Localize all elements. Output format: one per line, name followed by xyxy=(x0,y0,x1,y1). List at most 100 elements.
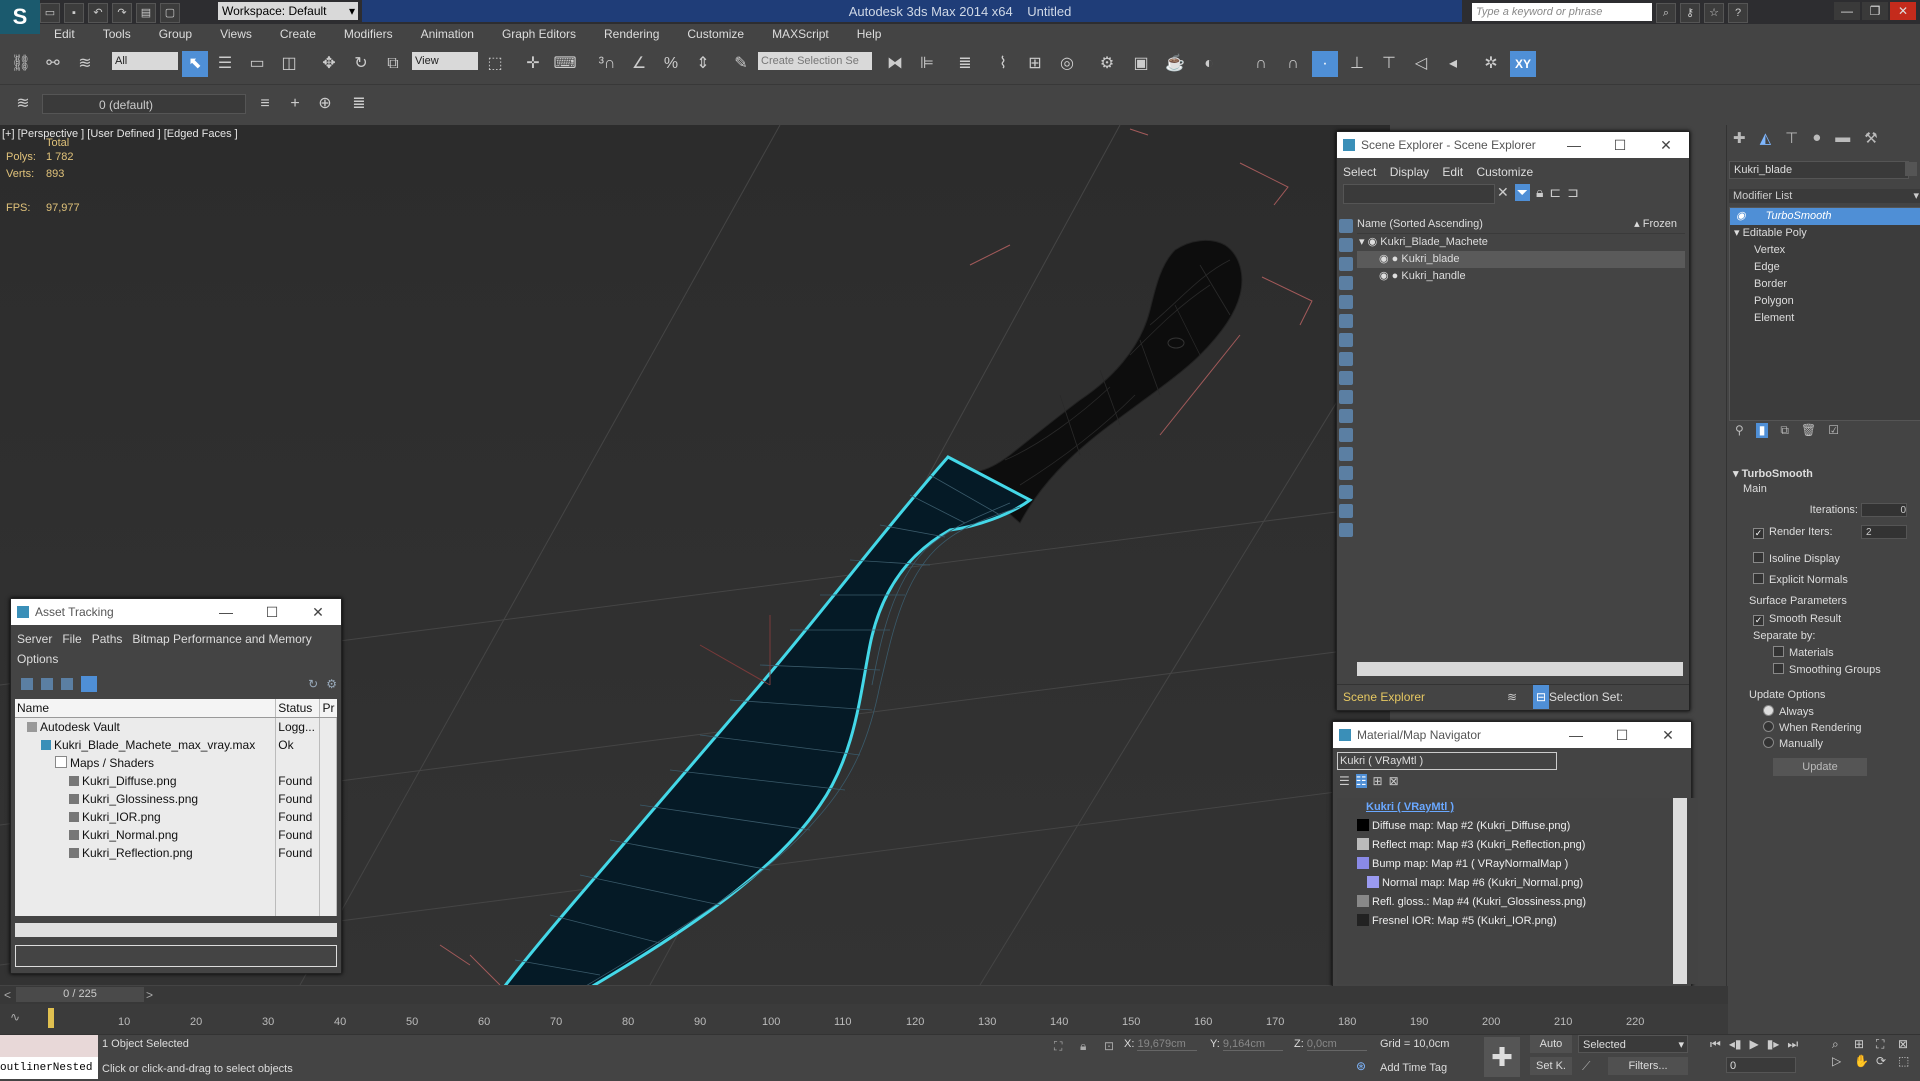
layer-manager-icon[interactable]: ≋ xyxy=(10,91,36,117)
bones-filter-icon[interactable] xyxy=(1339,371,1353,385)
filter-icon[interactable]: ⏷ xyxy=(1514,184,1530,201)
rotate-icon[interactable]: ↻ xyxy=(348,51,374,77)
se-menu-display[interactable]: Display xyxy=(1390,165,1429,179)
at-menu-file[interactable]: File xyxy=(62,632,81,646)
modifier-list-dropdown[interactable]: Modifier List ▾ xyxy=(1729,189,1920,203)
shapes-filter-icon[interactable] xyxy=(1339,238,1353,252)
layer-options-icon[interactable]: ≡ xyxy=(252,91,278,117)
menu-tools[interactable]: Tools xyxy=(89,24,145,44)
stack-item[interactable]: ▾ Editable Poly xyxy=(1730,225,1920,242)
maximize-viewport-icon[interactable]: ⬚ xyxy=(1898,1054,1918,1068)
at-menu-paths[interactable]: Paths xyxy=(92,632,123,646)
render-iterative-icon[interactable]: ◐ xyxy=(1196,51,1222,77)
close-icon[interactable]: ✕ xyxy=(1890,2,1916,20)
se-menu-select[interactable]: Select xyxy=(1343,165,1376,179)
eye-icon[interactable]: ◉ xyxy=(1379,270,1389,282)
tree-row[interactable]: ◉ ● Kukri_blade xyxy=(1357,251,1685,268)
current-material-field[interactable]: Kukri ( VRayMtl ) xyxy=(1337,752,1557,770)
manually-radio[interactable] xyxy=(1763,737,1774,748)
expand-icon[interactable]: ⊐ xyxy=(1567,184,1579,201)
iterations-spinner[interactable]: 0 xyxy=(1861,503,1907,518)
asset-tracking-titlebar[interactable]: Asset Tracking — ☐ ✕ xyxy=(11,599,341,625)
search-input[interactable]: Type a keyword or phrase xyxy=(1472,3,1652,21)
keyboard-shortcut-icon[interactable]: ⌨ xyxy=(552,51,578,77)
go-to-start-icon[interactable]: ⏮ xyxy=(1710,1037,1721,1052)
se-find-field[interactable] xyxy=(1343,184,1495,204)
small-icons-view-icon[interactable]: ⊞ xyxy=(1373,774,1383,788)
current-frame-field[interactable]: 0 xyxy=(1726,1057,1796,1073)
mn-vertical-scrollbar[interactable] xyxy=(1673,798,1687,984)
menu-rendering[interactable]: Rendering xyxy=(590,24,673,44)
se-col-frozen[interactable]: ▴ Frozen xyxy=(1634,216,1677,233)
tree-row[interactable]: ▾ ◉ Kukri_Blade_Machete xyxy=(1357,234,1685,251)
add-to-layer-icon[interactable]: ⊕ xyxy=(312,91,338,117)
cameras-filter-icon[interactable] xyxy=(1339,276,1353,290)
y-field[interactable]: 9,164cm xyxy=(1222,1038,1283,1051)
key-mode-dropdown[interactable]: Selected ▾ xyxy=(1578,1035,1688,1053)
key-filters-icon[interactable]: ⟋ xyxy=(1582,1059,1590,1074)
auto-key-button[interactable]: Auto xyxy=(1530,1035,1572,1053)
minimize-icon[interactable]: — xyxy=(1834,2,1860,20)
next-frame-icon[interactable]: > xyxy=(146,988,153,1002)
at-menu-server[interactable]: Server xyxy=(17,632,52,646)
star-icon[interactable]: ☆ xyxy=(1704,3,1724,23)
tree-row[interactable]: ◉ ● Kukri_handle xyxy=(1357,268,1685,285)
material-root[interactable]: Kukri ( VRayMtl ) xyxy=(1337,798,1697,817)
scale-icon[interactable]: ⧉ xyxy=(380,51,406,77)
select-by-name-icon[interactable]: ☰ xyxy=(212,51,238,77)
workspace-dropdown[interactable]: Workspace: Default ▾ xyxy=(218,2,358,20)
rollout-header[interactable]: ▾ TurboSmooth xyxy=(1727,465,1917,483)
set-key-big-icon[interactable]: ✚ xyxy=(1484,1037,1520,1077)
move-icon[interactable]: ✥ xyxy=(316,51,342,77)
set-key-button[interactable]: Set K. xyxy=(1530,1057,1572,1075)
snap-edge-icon[interactable]: ◁ xyxy=(1408,51,1434,77)
zoom-all-icon[interactable]: ⊞ xyxy=(1854,1037,1874,1052)
rect-selection-icon[interactable]: ▭ xyxy=(244,51,270,77)
unlink-icon[interactable]: ⚯ xyxy=(40,51,66,77)
modify-tab-icon[interactable]: ◭ xyxy=(1760,129,1772,147)
map-item[interactable]: Fresnel IOR: Map #5 (Kukri_IOR.png) xyxy=(1337,912,1697,931)
se-column-header[interactable]: Name (Sorted Ascending) ▴ Frozen xyxy=(1357,216,1685,234)
material-navigator-titlebar[interactable]: Material/Map Navigator — ☐ ✕ xyxy=(1333,722,1691,748)
zoom-extents-icon[interactable]: ⛶ xyxy=(1876,1037,1896,1052)
eye-icon[interactable]: ◉ xyxy=(1379,253,1389,265)
menu-help[interactable]: Help xyxy=(843,24,896,44)
clear-icon[interactable]: ✕ xyxy=(1497,184,1509,201)
create-tab-icon[interactable]: ✚ xyxy=(1733,129,1746,147)
snap-endpoint-icon[interactable]: ⊥ xyxy=(1344,51,1370,77)
hierarchy-tab-icon[interactable]: ⊤ xyxy=(1785,129,1798,147)
absolute-mode-icon[interactable]: ⊡ xyxy=(1104,1039,1114,1053)
view-details-icon[interactable] xyxy=(81,676,97,692)
col-proxy[interactable]: Pr xyxy=(319,699,337,718)
isolate-icon[interactable]: ⛶ xyxy=(1054,1039,1062,1054)
named-selection-dropdown[interactable]: Create Selection Se xyxy=(758,52,872,70)
curve-editor-icon[interactable]: ⌇ xyxy=(990,51,1016,77)
lock-icon[interactable]: 🔒︎ xyxy=(1536,184,1543,201)
undo-icon[interactable]: ↶ xyxy=(88,3,108,23)
render-icon[interactable]: ☕ xyxy=(1162,51,1188,77)
view-tree-icon[interactable] xyxy=(41,678,53,690)
maximize-icon[interactable]: ☐ xyxy=(1599,722,1645,748)
stack-subitem[interactable]: Edge xyxy=(1730,259,1920,276)
stack-subitem[interactable]: Border xyxy=(1730,276,1920,293)
frozen-filter-icon[interactable] xyxy=(1339,409,1353,423)
motion-tab-icon[interactable]: ● xyxy=(1812,129,1821,147)
materials-checkbox[interactable] xyxy=(1773,646,1784,657)
se-menu-edit[interactable]: Edit xyxy=(1442,165,1463,179)
percent-snap-icon[interactable]: % xyxy=(658,51,684,77)
binoculars-icon[interactable]: ⌕ xyxy=(1656,3,1676,23)
align-icon[interactable]: ⊫ xyxy=(914,51,940,77)
play-icon[interactable]: ▶ xyxy=(1749,1037,1758,1052)
explicit-normals-checkbox[interactable] xyxy=(1753,573,1764,584)
menu-maxscript[interactable]: MAXScript xyxy=(758,24,843,44)
spacewarps-filter-icon[interactable] xyxy=(1339,314,1353,328)
at-menu-bitmap[interactable]: Bitmap Performance and Memory xyxy=(132,632,311,646)
select-in-layer-icon[interactable]: ≣ xyxy=(346,91,372,117)
map-item[interactable]: Reflect map: Map #3 (Kukri_Reflection.pn… xyxy=(1337,836,1697,855)
large-icons-view-icon[interactable]: ⊠ xyxy=(1389,774,1399,788)
menu-edit[interactable]: Edit xyxy=(40,24,89,44)
xrefs-filter-icon[interactable] xyxy=(1339,352,1353,366)
smooth-result-checkbox[interactable]: ✓ xyxy=(1753,615,1764,626)
snap-grid-icon[interactable]: ∩ xyxy=(1248,51,1274,77)
prev-frame-icon[interactable]: < xyxy=(4,988,11,1002)
